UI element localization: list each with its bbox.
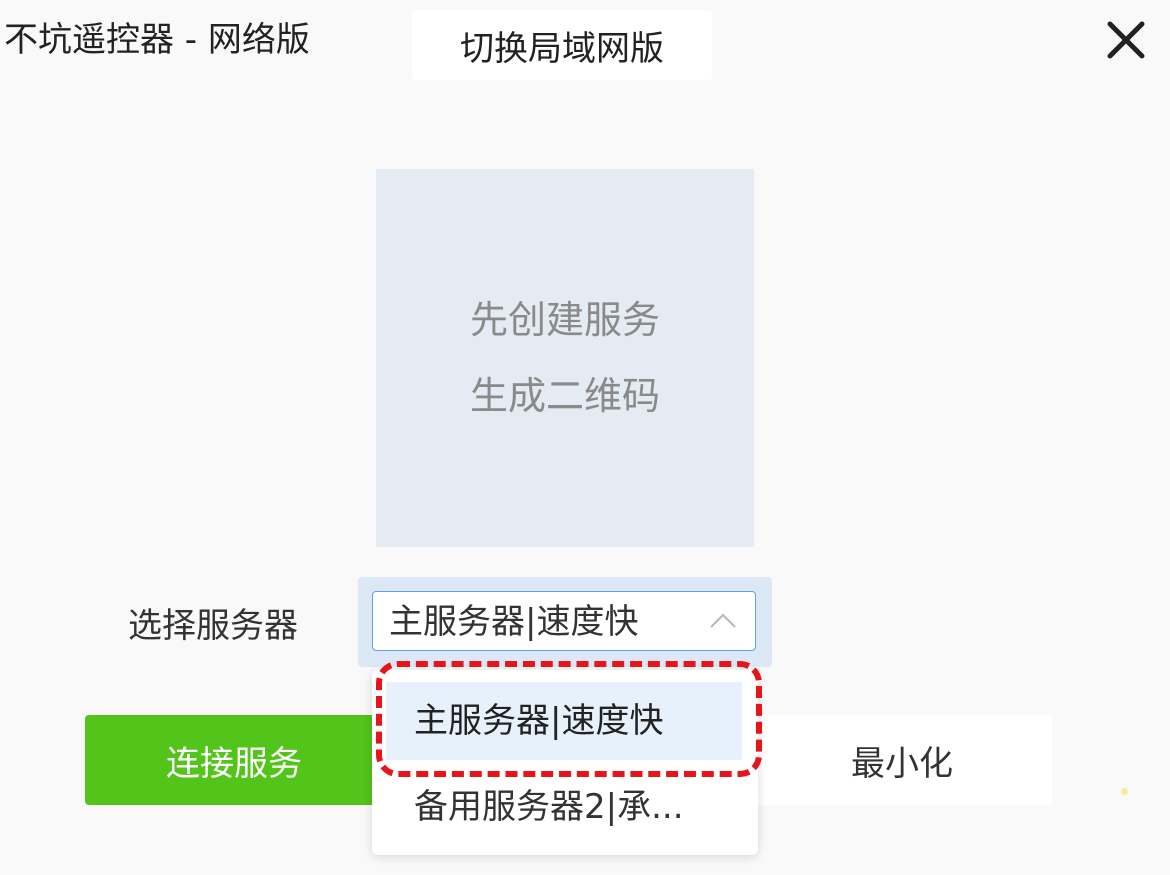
server-select-value: 主服务器|速度快: [389, 602, 639, 642]
decorative-dot: [1121, 788, 1128, 795]
server-select[interactable]: 主服务器|速度快: [372, 591, 756, 651]
window-title: 不坑遥控器 - 网络版: [4, 20, 310, 60]
close-icon[interactable]: [1100, 14, 1152, 66]
chevron-up-icon: [709, 612, 737, 630]
minimize-button[interactable]: 最小化: [752, 715, 1052, 805]
qr-placeholder-line-2: 生成二维码: [469, 374, 660, 418]
qr-code-placeholder: 先创建服务 生成二维码: [376, 169, 754, 547]
server-option-main[interactable]: 主服务器|速度快: [386, 682, 742, 760]
server-option-backup-2[interactable]: 备用服务器2|承...: [386, 768, 742, 846]
server-dropdown-menu: 主服务器|速度快 备用服务器2|承...: [372, 670, 758, 855]
connect-service-button[interactable]: 连接服务: [85, 715, 383, 805]
server-select-label: 选择服务器: [128, 606, 298, 646]
server-select-container: 主服务器|速度快: [358, 577, 772, 667]
switch-lan-version-button[interactable]: 切换局域网版: [412, 10, 712, 80]
qr-placeholder-line-1: 先创建服务: [469, 298, 660, 342]
